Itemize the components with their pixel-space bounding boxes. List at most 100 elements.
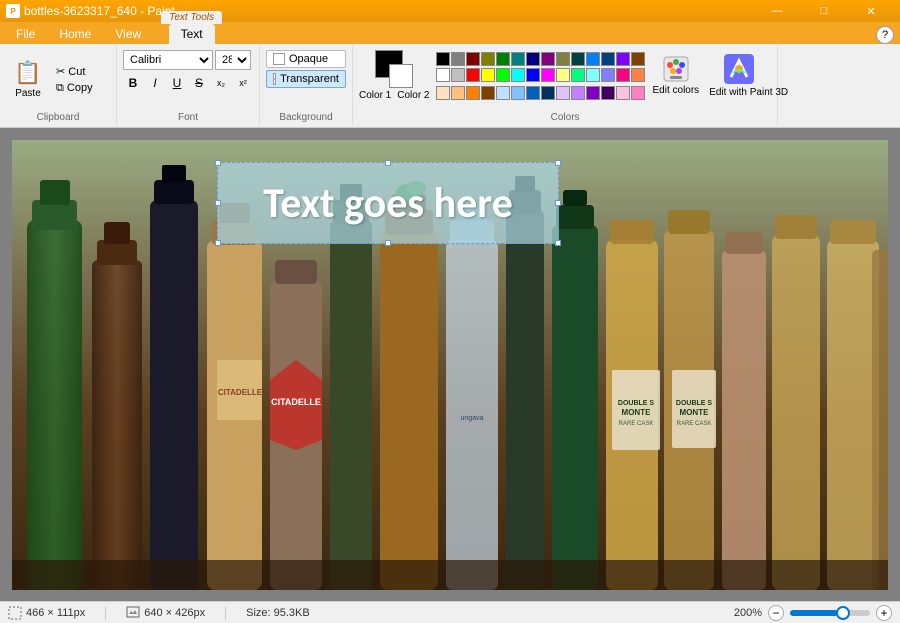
color-cell[interactable]	[496, 52, 510, 66]
color2-preview[interactable]	[389, 64, 413, 88]
status-selection-size: 466 × 111px	[8, 606, 85, 620]
color-cell[interactable]	[466, 86, 480, 100]
color-cell[interactable]	[451, 68, 465, 82]
zoom-slider-thumb[interactable]	[836, 606, 850, 620]
ribbon-tabs: File Home View Text Tools Text ?	[0, 22, 900, 44]
svg-text:DOUBLE S: DOUBLE S	[618, 400, 655, 407]
colors-content: Color 1 Color 2	[359, 50, 771, 115]
color-cell[interactable]	[436, 86, 450, 100]
underline-button[interactable]: U	[167, 73, 187, 93]
color-cell[interactable]	[451, 86, 465, 100]
color-cell[interactable]	[556, 52, 570, 66]
color-cell[interactable]	[511, 86, 525, 100]
color-cell[interactable]	[631, 68, 645, 82]
bold-button[interactable]: B	[123, 73, 143, 93]
font-row1: Calibri 28	[123, 50, 253, 70]
tab-text[interactable]: Text	[169, 24, 215, 44]
color-cell[interactable]	[616, 86, 630, 100]
edit-with-paint3d-label: Edit with Paint 3D	[709, 87, 769, 99]
paste-label: Paste	[15, 88, 41, 99]
color-cell[interactable]	[601, 52, 615, 66]
opaque-button[interactable]: Opaque	[266, 50, 346, 68]
color-cell[interactable]	[616, 52, 630, 66]
color-previews: Color 1 Color 2	[359, 50, 430, 101]
italic-button[interactable]: I	[145, 73, 165, 93]
color-cell[interactable]	[601, 86, 615, 100]
canvas-image[interactable]: CITADELLE CITADELLE	[12, 140, 888, 590]
resize-handle-se[interactable]	[555, 240, 561, 246]
svg-text:ungava: ungava	[461, 415, 484, 422]
color-cell[interactable]	[631, 52, 645, 66]
edit-with-paint3d-button[interactable]: Edit with Paint 3D	[707, 51, 771, 101]
color-cell[interactable]	[526, 68, 540, 82]
minimize-button[interactable]: —	[754, 0, 800, 22]
color-cell[interactable]	[571, 68, 585, 82]
font-name-select[interactable]: Calibri	[123, 50, 213, 70]
help-button[interactable]: ?	[876, 26, 894, 44]
color-cell[interactable]	[541, 68, 555, 82]
edit-colors-icon	[662, 55, 690, 83]
font-size-select[interactable]: 28	[215, 50, 251, 70]
text-overlay[interactable]: Text goes here	[217, 162, 559, 244]
color-cell[interactable]	[436, 68, 450, 82]
color-cell[interactable]	[481, 52, 495, 66]
close-button[interactable]: ✕	[848, 0, 894, 22]
color-cell[interactable]	[586, 68, 600, 82]
paint3d-icon	[723, 53, 755, 85]
resize-handle-e[interactable]	[555, 200, 561, 206]
paste-button[interactable]: 📋 Paste	[6, 57, 50, 103]
color-cell[interactable]	[496, 86, 510, 100]
color-cell[interactable]	[556, 86, 570, 100]
color-cell[interactable]	[526, 86, 540, 100]
strikethrough-button[interactable]: S	[189, 73, 209, 93]
tab-home[interactable]: Home	[47, 24, 103, 44]
resize-handle-n[interactable]	[385, 160, 391, 166]
color-cell[interactable]	[571, 86, 585, 100]
color-cell[interactable]	[541, 86, 555, 100]
resize-handle-sw[interactable]	[215, 240, 221, 246]
cut-button[interactable]: ✂ Cut	[54, 63, 110, 79]
color-cell[interactable]	[616, 68, 630, 82]
color-cell[interactable]	[436, 52, 450, 66]
color-cell[interactable]	[511, 52, 525, 66]
edit-colors-button[interactable]: Edit colors	[651, 53, 702, 98]
font-controls: Calibri 28 B I U S x₂ x²	[123, 50, 253, 107]
zoom-out-button[interactable]: −	[768, 605, 784, 621]
color-cell[interactable]	[481, 68, 495, 82]
color-cell[interactable]	[586, 52, 600, 66]
resize-handle-w[interactable]	[215, 200, 221, 206]
color-cell[interactable]	[451, 52, 465, 66]
resize-handle-nw[interactable]	[215, 160, 221, 166]
color-cell[interactable]	[496, 68, 510, 82]
transparent-button[interactable]: Transparent	[266, 70, 346, 88]
color-cell[interactable]	[556, 68, 570, 82]
resize-handle-ne[interactable]	[555, 160, 561, 166]
color-cell[interactable]	[481, 86, 495, 100]
tab-file[interactable]: File	[4, 24, 47, 44]
zoom-in-button[interactable]: +	[876, 605, 892, 621]
color-cell[interactable]	[586, 86, 600, 100]
title-bar-left: P bottles-3623317_640 - Paint	[6, 4, 175, 18]
color-cell[interactable]	[511, 68, 525, 82]
canvas-text: Text goes here	[263, 178, 513, 229]
tab-view[interactable]: View	[103, 24, 153, 44]
color-cell[interactable]	[541, 52, 555, 66]
canvas-area: CITADELLE CITADELLE	[0, 128, 900, 601]
superscript-button[interactable]: x²	[233, 73, 253, 93]
copy-button[interactable]: ⧉ Copy	[54, 80, 110, 96]
color-palette	[436, 52, 645, 100]
resize-handle-s[interactable]	[385, 240, 391, 246]
color-cell[interactable]	[601, 68, 615, 82]
status-bar: 466 × 111px 640 × 426px Size: 95.3KB 200…	[0, 601, 900, 623]
zoom-slider[interactable]	[790, 610, 870, 616]
file-size-text: Size: 95.3KB	[246, 607, 310, 619]
color-cell[interactable]	[526, 52, 540, 66]
subscript-button[interactable]: x₂	[211, 73, 231, 93]
color-cell[interactable]	[466, 68, 480, 82]
color-cell[interactable]	[571, 52, 585, 66]
color-cell[interactable]	[466, 52, 480, 66]
color1-label: Color 1	[359, 90, 391, 101]
background-label: Background	[260, 112, 352, 123]
color-cell[interactable]	[631, 86, 645, 100]
maximize-button[interactable]: □	[801, 0, 847, 22]
